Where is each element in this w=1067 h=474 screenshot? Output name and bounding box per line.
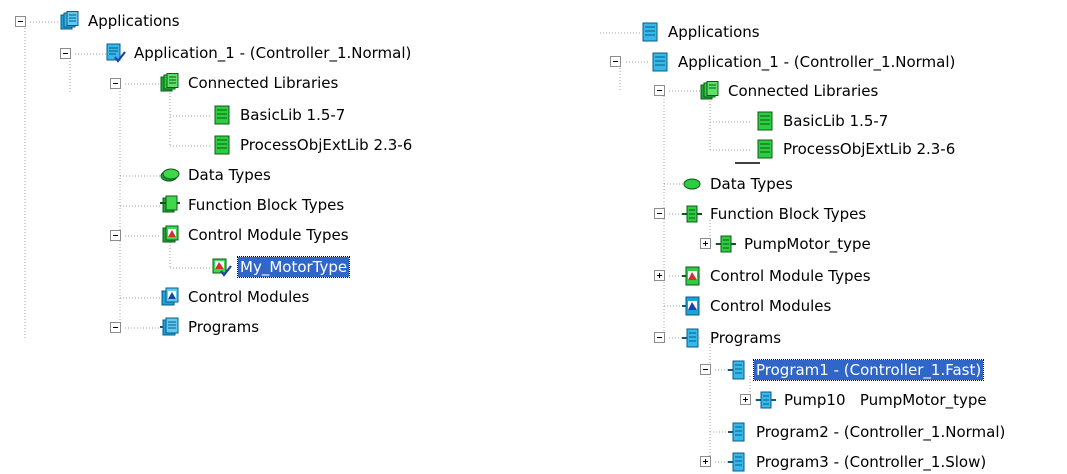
tree-item-control-module-types[interactable]: Control Module Types [160,223,351,247]
tree-item-data-types[interactable]: Data Types [160,163,273,187]
expander-applications[interactable] [15,16,26,27]
expander-program1[interactable] [700,364,711,375]
tree-item-label: Function Block Types [188,196,345,214]
library-icon [214,105,230,125]
tree-item-label: ProcessObjExtLib 2.3-6 [783,140,956,158]
tree-item-label: Program1 - (Controller_1.Fast) [752,359,985,381]
tree-item-label: PumpMotor_type [744,235,871,253]
tree-item-basiclib[interactable]: BasicLib 1.5-7 [212,103,347,127]
applications-folder-icon [60,11,79,30]
tree-item-label: Pump10 PumpMotor_type [784,391,987,409]
tree-item-programs-right[interactable]: Programs [682,326,783,350]
tree-item-connected-libraries[interactable]: Connected Libraries [160,71,340,95]
expander-programs[interactable] [110,322,121,333]
programs-icon [160,317,179,336]
tree-item-my-motortype[interactable]: My_MotorType [212,255,351,279]
expander-application-1[interactable] [60,48,71,59]
tree-item-program3[interactable]: Program3 - (Controller_1.Slow) [728,450,988,474]
tree-item-control-modules[interactable]: Control Modules [160,285,311,309]
tree-item-function-block-types-right[interactable]: Function Block Types [682,202,868,226]
libraries-folder-icon [160,73,179,92]
tree-item-function-block-types[interactable]: Function Block Types [160,193,346,217]
application-icon [652,52,668,72]
libraries-folder-icon [700,81,719,100]
tree-item-label: Application_1 - (Controller_1.Normal) [134,44,412,62]
tree-item-applications[interactable]: Applications [60,9,182,33]
control-modules-icon [161,287,179,306]
expander-function-block-types-right[interactable] [654,208,665,219]
tree-item-label: Program3 - (Controller_1.Slow) [756,453,987,471]
library-icon [757,139,773,159]
programs-icon [682,328,699,348]
control-modules-icon [682,296,700,316]
tree-item-program2[interactable]: Program2 - (Controller_1.Normal) [728,420,1007,444]
tree-item-programs[interactable]: Programs [160,315,261,339]
control-module-type-icon [212,258,232,277]
tree-item-applications-right[interactable]: Applications [640,20,762,44]
tree-item-label: Control Module Types [188,226,349,244]
tree-item-application-1[interactable]: Application_1 - (Controller_1.Normal) [106,41,413,65]
expander-programs-right[interactable] [654,332,665,343]
tree-item-control-modules-right[interactable]: Control Modules [682,294,833,318]
expander-connected-libraries-right[interactable] [654,85,665,96]
expander-program3[interactable] [700,456,711,467]
tree-item-label: Connected Libraries [728,82,879,100]
tree-item-connected-libraries-right[interactable]: Connected Libraries [700,79,880,103]
program-icon [728,452,745,472]
tree-item-label: ProcessObjExtLib 2.3-6 [240,136,413,154]
tree-item-processobjextlib[interactable]: ProcessObjExtLib 2.3-6 [212,133,414,157]
function-block-type-icon [716,235,736,253]
tree-item-control-module-types-right[interactable]: Control Module Types [682,264,873,288]
expander-connected-libraries[interactable] [110,78,121,89]
tree-item-label: Applications [88,12,180,30]
control-module-types-icon [682,266,700,286]
function-block-instance-icon [756,391,776,409]
tree-item-label: Programs [188,318,260,336]
tree-item-label: Control Modules [188,288,310,306]
tree-item-processobjextlib-right[interactable]: ProcessObjExtLib 2.3-6 [755,137,957,161]
tree-item-pumpmotor-type[interactable]: PumpMotor_type [716,232,873,256]
tree-item-label: Connected Libraries [188,74,339,92]
tree-item-program1[interactable]: Program1 - (Controller_1.Fast) [728,358,985,382]
tree-item-label: Programs [710,329,782,347]
tree-item-data-types-right[interactable]: Data Types [682,172,795,196]
tree-item-label: Application_1 - (Controller_1.Normal) [678,53,956,71]
expander-control-module-types-right[interactable] [654,270,665,281]
expander-control-module-types[interactable] [110,230,121,241]
tree-item-label: Function Block Types [710,205,867,223]
tree-item-label: My_MotorType [236,256,351,278]
expander-application-1-right[interactable] [610,56,621,67]
tree-item-label: Data Types [710,175,793,193]
library-icon [214,135,230,155]
program-icon [728,360,745,380]
tree-item-label: Data Types [188,166,271,184]
data-types-icon [160,168,180,182]
tree-item-label: Control Modules [710,297,832,315]
applications-folder-icon [642,22,658,42]
control-module-types-icon [162,225,179,243]
tree-item-label: Applications [668,23,760,41]
data-types-icon [683,178,701,190]
application-icon [106,43,126,63]
tree-item-label: BasicLib 1.5-7 [240,106,346,124]
library-icon [757,111,773,131]
tree-item-label: Program2 - (Controller_1.Normal) [756,423,1006,441]
tree-item-pump10[interactable]: Pump10 PumpMotor_type [756,388,989,412]
function-block-types-icon [682,205,702,223]
tree-item-application-1-right[interactable]: Application_1 - (Controller_1.Normal) [650,50,957,74]
tree-item-basiclib-right[interactable]: BasicLib 1.5-7 [755,109,890,133]
expander-pumpmotor-type[interactable] [700,238,711,249]
function-block-types-icon [160,195,180,213]
expander-pump10[interactable] [740,394,751,405]
tree-item-label: BasicLib 1.5-7 [783,112,889,130]
tree-item-label: Control Module Types [710,267,871,285]
project-explorer: Applications Application_1 - (Controller… [0,0,1067,472]
program-icon [728,422,745,442]
